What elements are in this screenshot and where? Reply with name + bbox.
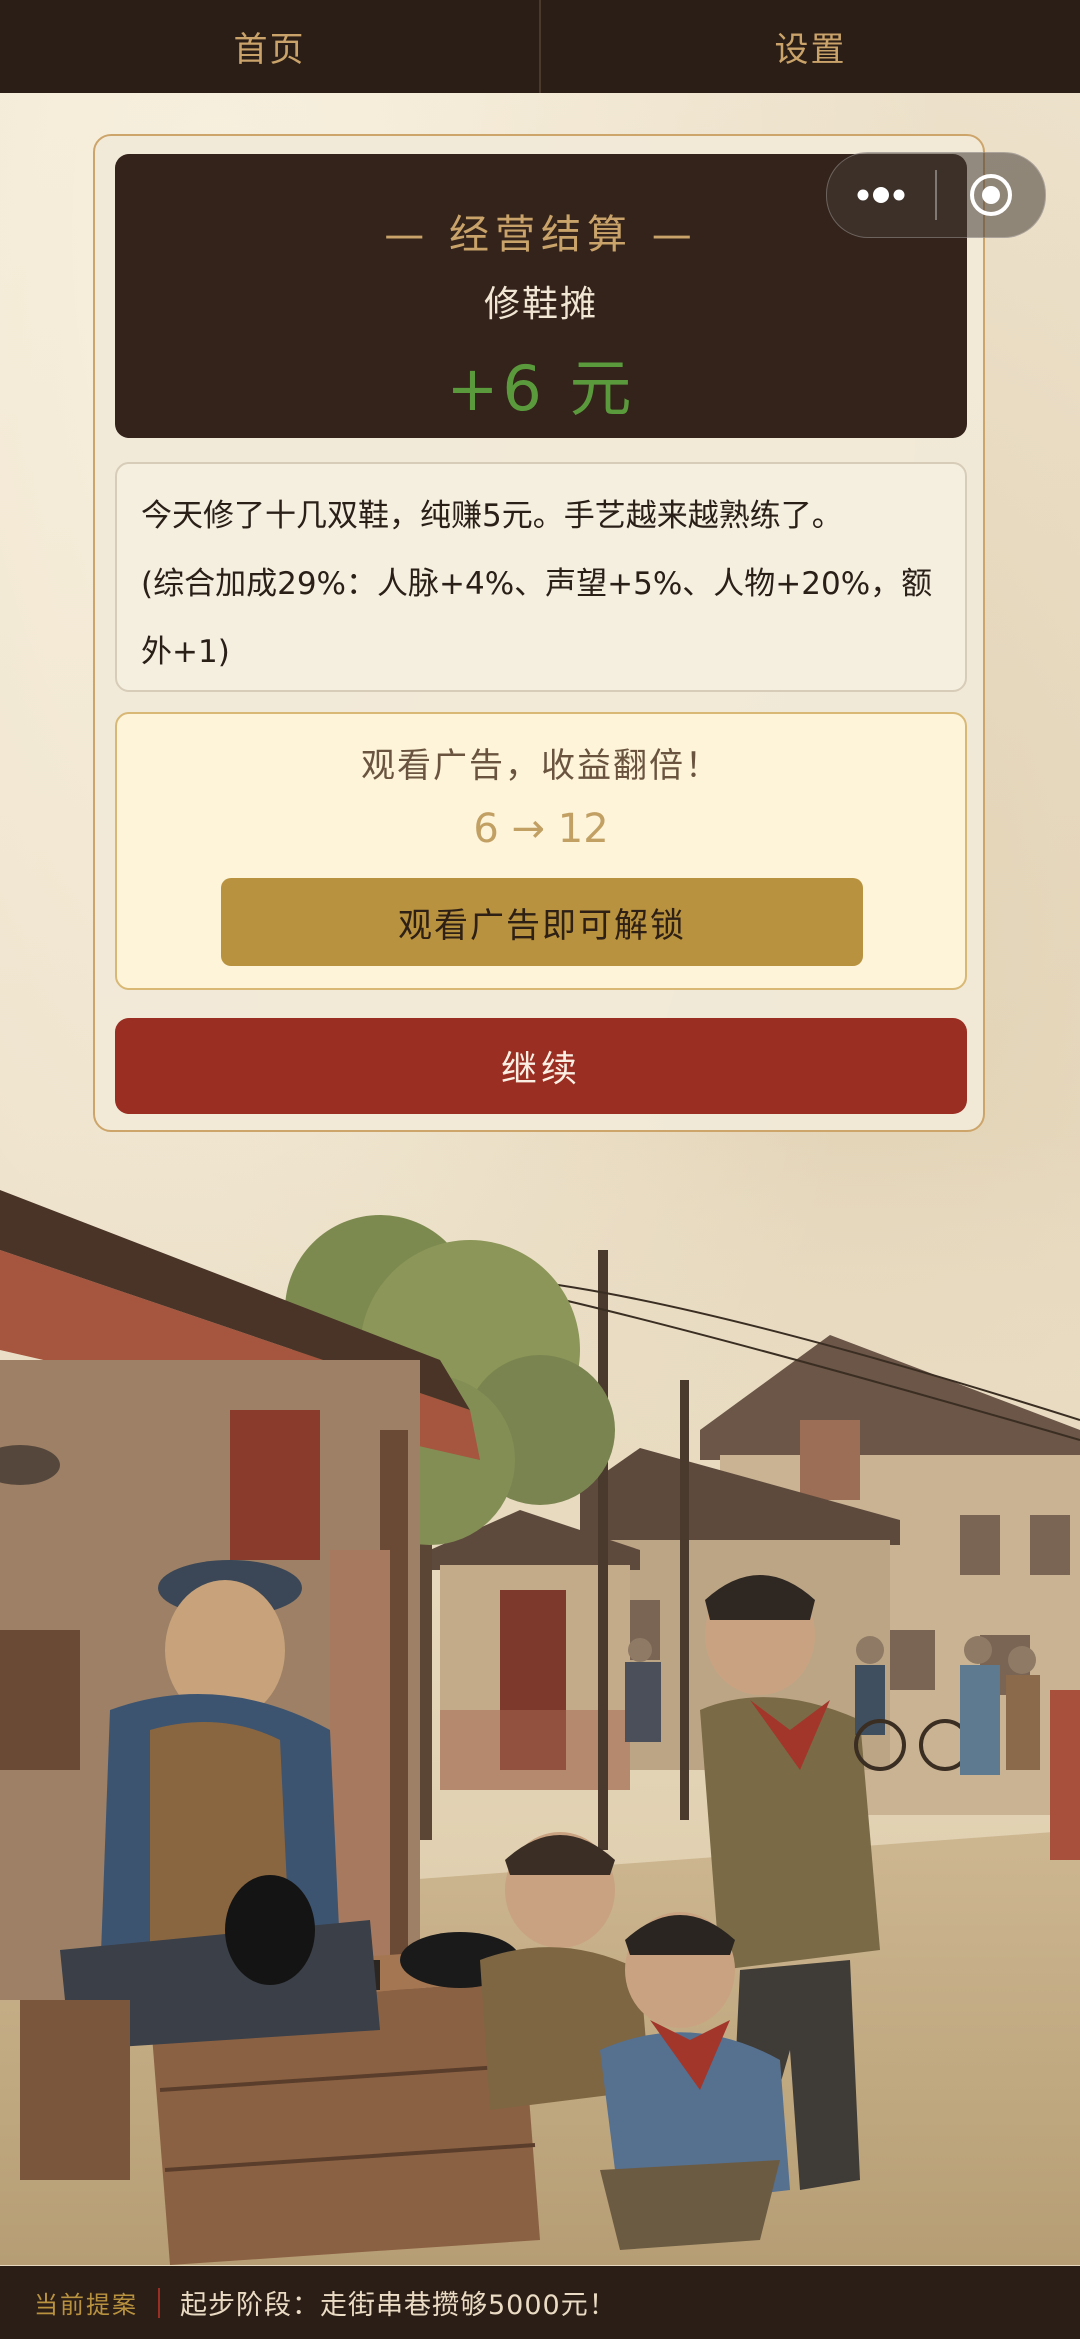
ad-offer-ratio: 6 → 12 xyxy=(473,806,609,852)
bottom-proposal-bar: 当前提案 起步阶段：走街串巷攒够5000元！ xyxy=(0,2266,1080,2339)
mini-program-capsule xyxy=(826,152,1046,238)
story-description: 今天修了十几双鞋，纯赚5元。手艺越来越熟练了。 (综合加成29%：人脉+4%、声… xyxy=(115,462,967,692)
proposal-label: 当前提案 xyxy=(34,2291,138,2319)
story-line: 今天修了十几双鞋，纯赚5元。手艺越来越熟练了。 xyxy=(141,498,843,534)
street-scene-illustration xyxy=(0,1130,1080,2265)
settlement-panel: — 经营结算 — 修鞋摊 +6 元 今天修了十几双鞋，纯赚5元。手艺越来越熟练了… xyxy=(93,134,985,1132)
bonus-line: (综合加成29%：人脉+4%、声望+5%、人物+20%，额外+1) xyxy=(141,566,933,670)
income-amount: +6 元 xyxy=(446,352,636,425)
stall-name: 修鞋摊 xyxy=(483,284,598,325)
watch-ad-button[interactable]: 观看广告即可解锁 xyxy=(221,878,863,966)
target-close-icon[interactable] xyxy=(937,153,1045,237)
proposal-text: 起步阶段：走街串巷攒够5000元！ xyxy=(180,2290,617,2321)
more-dots-icon[interactable] xyxy=(827,153,935,237)
ad-double-offer: 观看广告，收益翻倍！ 6 → 12 观看广告即可解锁 xyxy=(115,712,967,990)
tab-home[interactable]: 首页 xyxy=(0,0,539,93)
continue-button[interactable]: 继续 xyxy=(115,1018,967,1114)
top-tab-bar: 首页 设置 xyxy=(0,0,1080,93)
proposal-divider xyxy=(158,2287,160,2318)
ad-offer-title: 观看广告，收益翻倍！ xyxy=(361,746,721,786)
tab-settings[interactable]: 设置 xyxy=(541,0,1080,93)
